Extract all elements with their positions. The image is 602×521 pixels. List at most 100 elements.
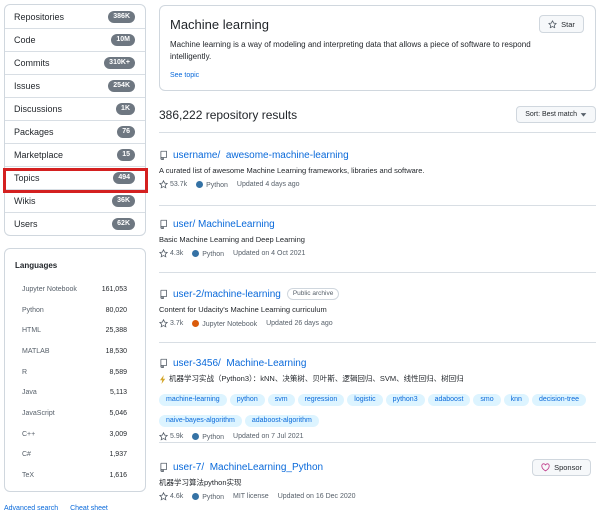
- topic-tag[interactable]: decision-tree: [531, 394, 587, 406]
- repo-stars[interactable]: 5.9k: [159, 432, 183, 441]
- repo-updated: Updated on 16 Dec 2020: [277, 493, 356, 500]
- repo-owner: user-7/: [173, 461, 205, 473]
- repo-name: machine-learning: [204, 288, 281, 300]
- results-header: 386,222 repository results Sort: Best ma…: [159, 106, 596, 133]
- nav-item-topics[interactable]: Topics 494: [5, 166, 145, 189]
- nav-label: Wikis: [14, 196, 36, 206]
- topic-tag[interactable]: knn: [503, 394, 529, 406]
- nav-item-discussions[interactable]: Discussions 1K: [5, 97, 145, 120]
- language-name: C++: [22, 430, 36, 438]
- nav-count: 254K: [108, 80, 135, 92]
- star-icon: [548, 19, 557, 28]
- topic-tag[interactable]: svm: [267, 394, 295, 406]
- repo-link[interactable]: username/ awesome-machine-learning: [173, 150, 349, 161]
- repo-owner: username/: [173, 149, 221, 161]
- heart-icon: [541, 463, 550, 472]
- advanced-search-link[interactable]: Advanced search: [4, 505, 58, 512]
- language-filter-item[interactable]: JavaScript 5,046: [5, 403, 145, 424]
- topic-tag[interactable]: adaboost-algorithm: [244, 415, 319, 427]
- nav-item-packages[interactable]: Packages 76: [5, 120, 145, 143]
- topic-tag[interactable]: python3: [385, 394, 425, 406]
- language-filter-item[interactable]: HTML 25,388: [5, 320, 145, 341]
- topic-card: Machine learning Machine learning is a w…: [159, 5, 596, 91]
- topic-tags: machine-learning python svm regression logis…: [159, 388, 589, 430]
- nav-label: Issues: [14, 81, 41, 91]
- language-count: 5,046: [109, 409, 127, 417]
- repo-icon: [160, 150, 167, 160]
- language-filter-item[interactable]: MATLAB 18,530: [5, 341, 145, 362]
- repo-link[interactable]: user-2/machine-learning: [173, 289, 281, 300]
- repo-list-item: user-3456/ Machine-Learning 机器学习实战（Pytho…: [159, 355, 596, 443]
- star-count: 3.7k: [170, 320, 184, 327]
- sort-dropdown[interactable]: Sort: Best match: [516, 106, 596, 123]
- language-count: 8,589: [109, 368, 127, 376]
- language-color-dot: [196, 180, 204, 188]
- star-topic-button[interactable]: Star: [539, 15, 584, 33]
- topic-tag[interactable]: smo: [473, 394, 501, 406]
- nav-count: 494: [113, 172, 135, 184]
- language-count: 5,113: [110, 389, 127, 397]
- repo-list-item: user-7/ MachineLearning_Python Sponsor 机…: [159, 459, 596, 517]
- sponsor-button[interactable]: Sponsor: [532, 459, 591, 476]
- language-color-dot: [192, 249, 200, 257]
- language-count: 80,020: [105, 306, 127, 314]
- nav-item-wikis[interactable]: Wikis 36K: [5, 189, 145, 212]
- nav-label: Commits: [14, 58, 50, 68]
- language-name: C#: [22, 451, 31, 459]
- nav-item-repositories[interactable]: Repositories 386K: [5, 5, 145, 28]
- star-icon: [159, 492, 168, 501]
- results-count: 386,222 repository results: [159, 108, 298, 122]
- language-color-dot: [192, 432, 200, 440]
- footer-links: Advanced search Cheat sheet: [4, 505, 108, 512]
- languages-filter: Languages Jupyter Notebook 161,053 Python…: [4, 248, 146, 492]
- topic-tag[interactable]: logistic: [347, 394, 383, 406]
- language-count: 18,530: [105, 347, 127, 355]
- sponsor-label: Sponsor: [554, 463, 582, 472]
- repo-link[interactable]: user-3456/ Machine-Learning: [173, 358, 306, 369]
- language-name: MATLAB: [22, 347, 50, 355]
- nav-label: Marketplace: [14, 150, 64, 160]
- lightning-icon: [160, 374, 166, 384]
- nav-item-marketplace[interactable]: Marketplace 15: [5, 143, 145, 166]
- repo-list-item: user/ MachineLearning Basic Machine Lear…: [159, 216, 596, 273]
- language-color-dot: [192, 492, 200, 500]
- topic-tag[interactable]: regression: [297, 394, 345, 406]
- nav-count: 1K: [116, 103, 135, 115]
- repo-stars[interactable]: 4.6k: [159, 492, 183, 501]
- repo-link[interactable]: user/ MachineLearning: [173, 219, 275, 230]
- language-filter-item[interactable]: TeX 1,616: [5, 465, 145, 486]
- nav-item-code[interactable]: Code 10M: [5, 28, 145, 51]
- topic-tag[interactable]: python: [229, 394, 265, 406]
- nav-item-commits[interactable]: Commits 310K+: [5, 51, 145, 74]
- language-name: Jupyter Notebook: [202, 320, 258, 328]
- repo-updated: Updated 26 days ago: [266, 320, 333, 327]
- language-filter-item[interactable]: Python 80,020: [5, 300, 145, 321]
- nav-count: 386K: [108, 10, 135, 23]
- topic-tag[interactable]: adaboost: [427, 394, 471, 406]
- star-icon: [159, 432, 168, 441]
- language-count: 161,053: [101, 285, 127, 293]
- language-filter-item[interactable]: C# 1,937: [5, 445, 145, 466]
- repo-name: Machine-Learning: [226, 357, 307, 369]
- repo-stars[interactable]: 53.7k: [159, 180, 187, 189]
- language-filter-item[interactable]: Jupyter Notebook 161,053: [5, 279, 145, 300]
- repo-link[interactable]: user-7/ MachineLearning_Python: [173, 462, 323, 473]
- repo-stars[interactable]: 4.3k: [159, 249, 183, 258]
- language-filter-item[interactable]: C++ 3,009: [5, 424, 145, 445]
- cheat-sheet-link[interactable]: Cheat sheet: [70, 505, 108, 512]
- topic-tag[interactable]: machine-learning: [159, 394, 227, 406]
- language-filter-item[interactable]: R 8,589: [5, 362, 145, 383]
- see-topic-link[interactable]: See topic: [170, 72, 585, 79]
- repo-updated: Updated 4 days ago: [236, 181, 300, 188]
- caret-down-icon: [580, 113, 587, 117]
- star-label: Star: [561, 19, 575, 29]
- repo-icon: [160, 358, 167, 368]
- nav-item-issues[interactable]: Issues 254K: [5, 74, 145, 97]
- repo-language: Python: [192, 249, 224, 258]
- language-filter-item[interactable]: Java 5,113: [5, 382, 145, 403]
- nav-item-users[interactable]: Users 62K: [5, 212, 145, 235]
- repo-updated: Updated on 4 Oct 2021: [233, 250, 306, 257]
- topic-tag[interactable]: naive-bayes-algorithm: [159, 415, 242, 427]
- repo-description-row: 机器学习实战（Python3）：kNN、决策树、贝叶斯、逻辑回归、SVM、线性回…: [159, 374, 596, 384]
- repo-stars[interactable]: 3.7k: [159, 319, 183, 328]
